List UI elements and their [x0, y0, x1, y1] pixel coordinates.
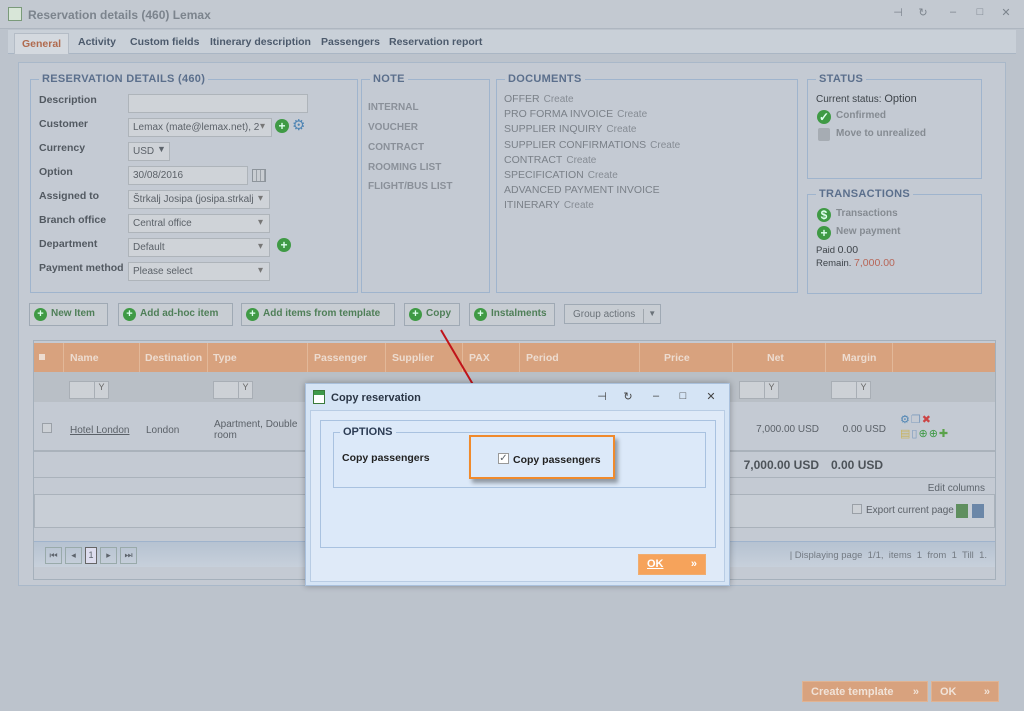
copy-passengers-label: Copy passengers	[342, 452, 430, 464]
chevrons-icon: »	[690, 558, 697, 570]
dialog-title: Copy reservation	[331, 392, 421, 404]
pin-icon[interactable]: ⊣	[594, 390, 610, 403]
dialog-ok-button[interactable]: OK »	[638, 554, 706, 575]
copy-reservation-dialog: Copy reservation ⊣ ↻ – □ ✕ OPTIONS Copy …	[305, 383, 730, 586]
options-legend: OPTIONS	[340, 426, 396, 438]
copy-passengers-checkbox[interactable]: ✓	[498, 453, 509, 464]
options-panel: OPTIONS Copy passengers ✓ Copy passenger…	[320, 420, 716, 548]
dialog-icon	[313, 390, 325, 404]
copy-passengers-checkbox-label[interactable]: Copy passengers	[513, 454, 601, 466]
minimize-icon[interactable]: –	[648, 390, 664, 402]
maximize-icon[interactable]: □	[675, 390, 691, 402]
refresh-icon[interactable]: ↻	[620, 390, 636, 403]
dialog-ok-label: OK	[647, 558, 664, 570]
annotation-arrow	[440, 329, 490, 413]
highlight-box: ✓ Copy passengers	[469, 435, 615, 479]
close-icon[interactable]: ✕	[703, 390, 719, 403]
